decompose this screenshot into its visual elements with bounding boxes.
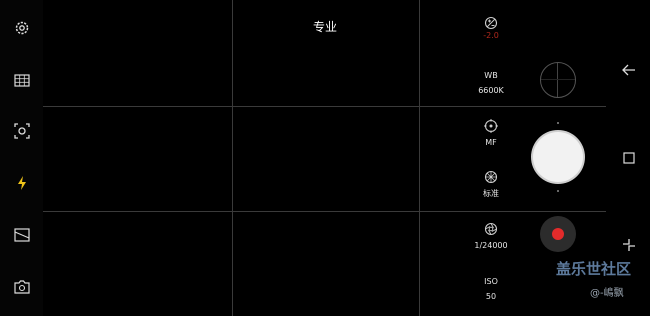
gear-icon[interactable] <box>11 17 33 39</box>
grid-line-vertical-2 <box>419 0 420 316</box>
iso-value: 50 <box>485 292 497 301</box>
color-tone-icon <box>484 170 498 184</box>
grid-line-horizontal-2 <box>43 211 606 212</box>
grid-icon[interactable] <box>11 69 33 91</box>
wb-value: 6600K <box>478 86 504 95</box>
left-toolbar <box>0 0 43 316</box>
focus-icon[interactable] <box>11 120 33 142</box>
watermark-title: 盖乐世社区 <box>556 260 632 278</box>
aspect-ratio-icon[interactable] <box>11 224 33 246</box>
shutter-speed-control[interactable]: 1/24000 <box>465 222 517 251</box>
flash-icon[interactable] <box>11 172 33 194</box>
shutter-button[interactable] <box>533 132 583 182</box>
record-dot-icon <box>552 228 564 240</box>
switch-camera-icon[interactable] <box>11 276 33 298</box>
watermark-credit: @-嶋飘 <box>590 288 624 299</box>
shutter-indicator-dot <box>557 190 559 192</box>
focus-control[interactable]: MF <box>465 119 517 148</box>
iso-control[interactable]: ISO 50 <box>465 276 517 302</box>
aperture-icon <box>484 222 498 236</box>
camera-screen: 专业 -2.0 WB 6600K MF 标准 1/24000 ISO 50 盖乐… <box>0 0 650 316</box>
shutter-speed-value: 1/24000 <box>474 241 508 250</box>
grid-line-horizontal-1 <box>43 106 606 107</box>
exposure-icon <box>484 16 498 30</box>
recents-icon[interactable] <box>620 149 638 167</box>
iso-label: ISO <box>484 277 498 286</box>
wb-label: WB <box>484 71 498 80</box>
home-icon[interactable] <box>620 236 638 254</box>
wb-control[interactable]: WB 6600K <box>465 70 517 96</box>
manual-focus-icon <box>484 119 498 133</box>
mode-title: 专业 <box>312 20 337 34</box>
tone-control[interactable]: 标准 <box>465 170 517 199</box>
ev-value: -2.0 <box>483 31 499 40</box>
grid-line-vertical-1 <box>232 0 233 316</box>
tone-label: 标准 <box>483 189 499 198</box>
back-icon[interactable] <box>620 61 638 79</box>
ev-control[interactable]: -2.0 <box>465 16 517 41</box>
shutter-indicator-dot <box>557 122 559 124</box>
focus-label: MF <box>485 138 497 147</box>
gallery-thumbnail[interactable] <box>540 62 576 98</box>
record-button[interactable] <box>540 216 576 252</box>
